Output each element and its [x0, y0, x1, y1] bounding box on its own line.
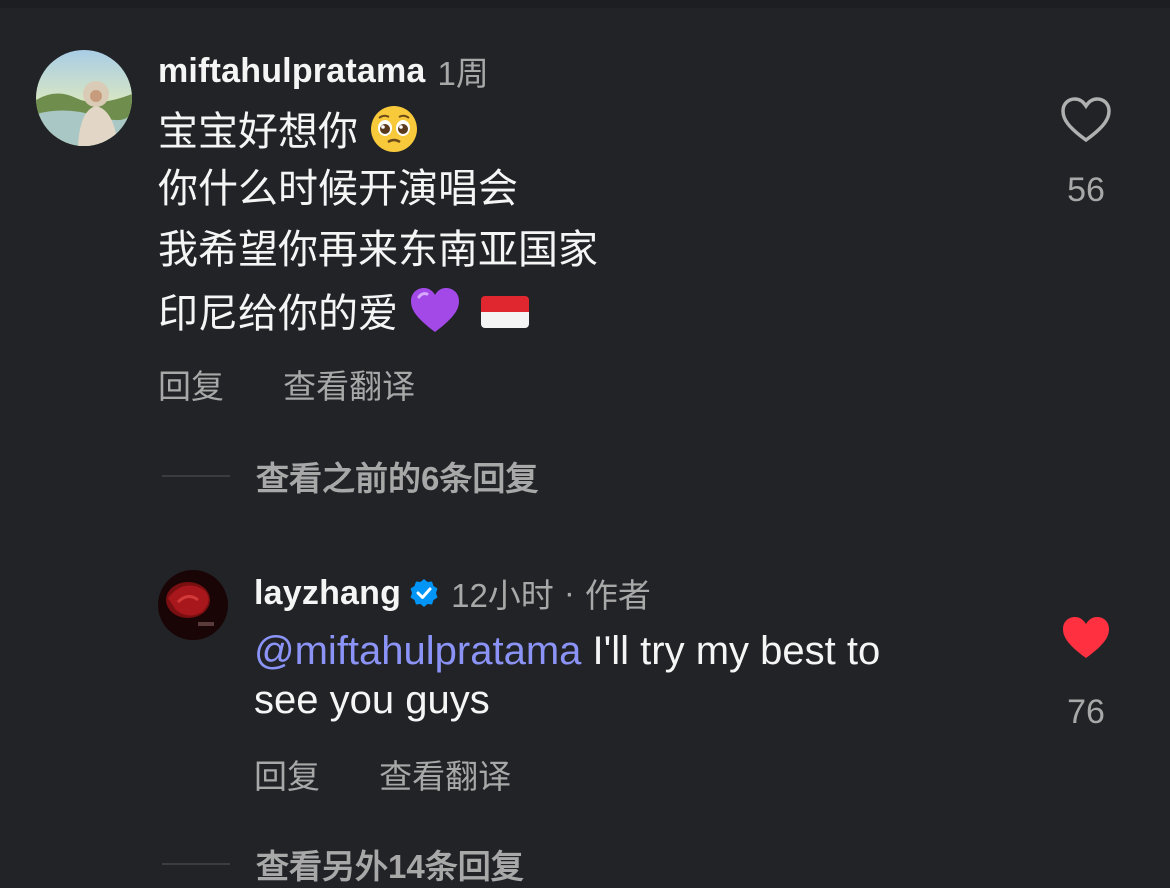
- username[interactable]: layzhang: [254, 574, 401, 613]
- timestamp: 12小时: [451, 577, 554, 614]
- verified-badge-icon: [409, 578, 439, 608]
- view-more-replies-button[interactable]: 查看另外14条回复: [162, 840, 524, 888]
- avatar[interactable]: [158, 570, 228, 640]
- comment-line: see you guys: [254, 678, 490, 722]
- mention-link[interactable]: @miftahulpratama: [254, 629, 581, 673]
- view-more-replies-label: 查看另外14条回复: [256, 848, 524, 885]
- purple-heart-icon: [409, 287, 461, 346]
- reply-button[interactable]: 回复: [254, 750, 320, 798]
- heart-filled-icon[interactable]: [1050, 614, 1122, 667]
- reply-button[interactable]: 回复: [158, 360, 224, 408]
- see-translation-button[interactable]: 查看翻译: [379, 750, 511, 798]
- timestamp: 1周: [437, 55, 489, 92]
- heart-outline-icon[interactable]: [1050, 96, 1122, 149]
- view-previous-replies-button[interactable]: 查看之前的6条回复: [162, 452, 538, 500]
- comment-line: 我希望你再来东南亚国家: [158, 228, 598, 272]
- username[interactable]: miftahulpratama: [158, 52, 426, 91]
- comment-line: @miftahulpratama I'll try my best to: [254, 629, 881, 673]
- see-translation-button[interactable]: 查看翻译: [283, 360, 415, 408]
- author-label: 作者: [584, 577, 651, 614]
- top-divider: [0, 0, 1170, 8]
- separator-dot: ·: [563, 574, 575, 611]
- comment-line: 宝宝好想你: [158, 104, 419, 165]
- divider-line: [162, 475, 230, 477]
- comment-line: 印尼给你的爱: [158, 287, 530, 346]
- indonesia-flag-icon: [480, 293, 530, 341]
- like-count: 76: [1067, 693, 1105, 731]
- like-count: 56: [1067, 171, 1105, 209]
- comment-line: 你什么时候开演唱会: [158, 167, 518, 211]
- avatar[interactable]: [36, 50, 132, 146]
- pleading-face-icon: [369, 104, 419, 165]
- divider-line: [162, 863, 230, 865]
- view-previous-replies-label: 查看之前的6条回复: [256, 460, 539, 497]
